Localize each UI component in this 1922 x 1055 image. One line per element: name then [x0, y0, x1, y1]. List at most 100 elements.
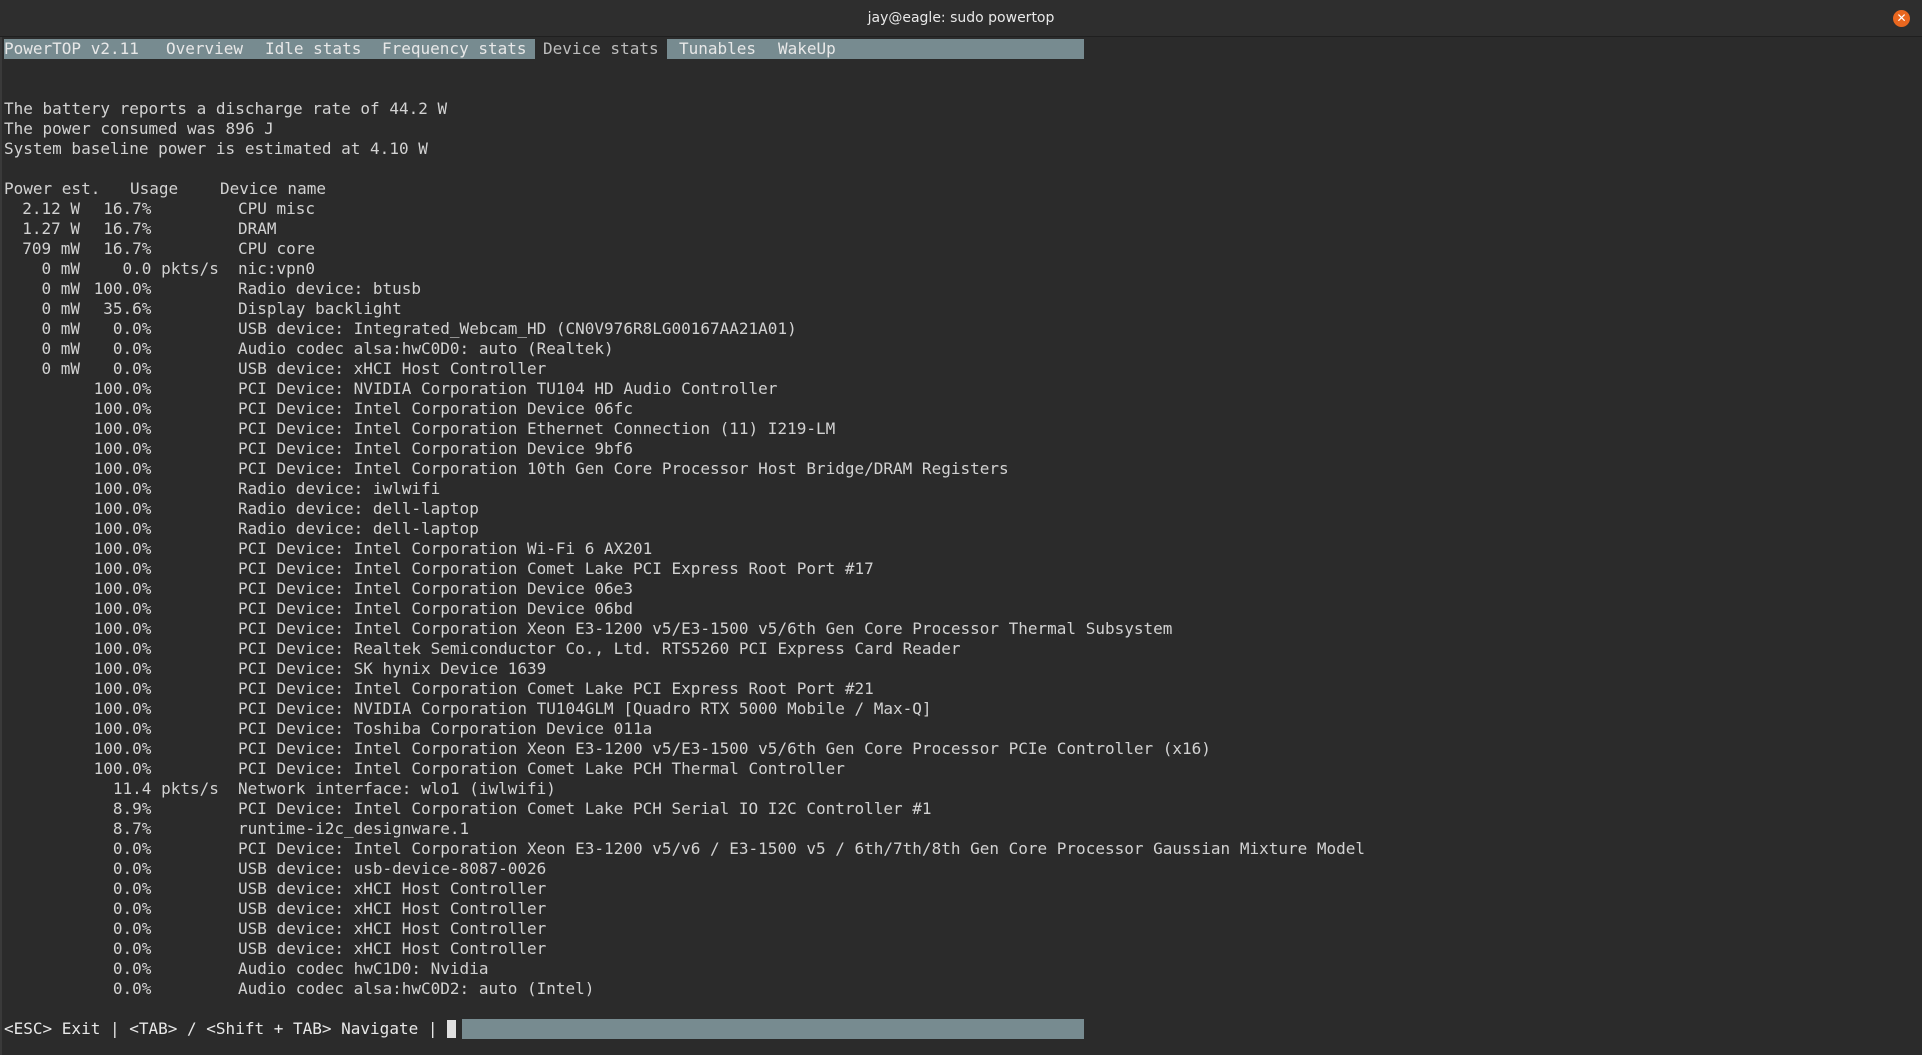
power-estimate [4, 619, 80, 639]
usage-value: 100.0% [84, 639, 152, 658]
status-bar: <ESC> Exit | <TAB> / <Shift + TAB> Navig… [4, 1019, 1084, 1039]
terminal-area[interactable]: PowerTOP v2.11 Overview Idle stats Frequ… [0, 37, 1922, 1055]
table-row: 0.0% USB device: usb-device-8087-0026 [4, 859, 1304, 879]
power-estimate [4, 839, 80, 859]
power-estimate [4, 959, 80, 979]
device-name: PCI Device: Intel Corporation Comet Lake… [238, 759, 845, 778]
usage-value: 0.0% [84, 879, 152, 898]
tab-device-stats[interactable]: Device stats [535, 39, 667, 59]
device-column-header: Device name [220, 179, 326, 198]
table-row: 0 mW 0.0% Audio codec alsa:hwC0D0: auto (… [4, 339, 1304, 359]
tab-bar: PowerTOP v2.11 Overview Idle stats Frequ… [4, 39, 1084, 59]
power-estimate [4, 979, 80, 999]
table-row: 100.0% PCI Device: Intel Corporation Xeon… [4, 739, 1304, 759]
table-row: 0.0% USB device: xHCI Host Controller [4, 939, 1304, 959]
usage-value: 100.0% [84, 399, 152, 418]
device-name: Audio codec alsa:hwC0D2: auto (Intel) [238, 979, 595, 998]
power-estimate [4, 499, 80, 519]
table-row: 100.0% PCI Device: Intel Corporation Devi… [4, 599, 1304, 619]
keybindings-hint: <ESC> Exit | <TAB> / <Shift + TAB> Navig… [4, 1019, 438, 1038]
device-name: USB device: xHCI Host Controller [238, 879, 547, 898]
usage-value: 100.0% [84, 419, 152, 438]
table-row: 100.0% PCI Device: Intel Corporation 10th… [4, 459, 1304, 479]
table-row: 100.0% Radio device: iwlwifi [4, 479, 1304, 499]
usage-value: 100.0% [84, 279, 152, 298]
tab-idle-stats[interactable]: Idle stats [265, 39, 361, 59]
device-name: PCI Device: Realtek Semiconductor Co., L… [238, 639, 961, 658]
power-estimate [4, 819, 80, 839]
power-estimate: 0 mW [41, 319, 80, 338]
device-name: USB device: xHCI Host Controller [238, 359, 547, 378]
device-name: Radio device: iwlwifi [238, 479, 441, 498]
tab-tunables[interactable]: Tunables [679, 39, 756, 59]
table-row: 100.0% PCI Device: Intel Corporation Come… [4, 679, 1304, 699]
power-estimate [4, 599, 80, 619]
table-row: 100.0% PCI Device: Intel Corporation Devi… [4, 439, 1304, 459]
device-name: nic:vpn0 [238, 259, 316, 278]
table-row: 100.0% PCI Device: Intel Corporation Devi… [4, 399, 1304, 419]
power-estimate [4, 379, 80, 399]
device-name: PCI Device: Intel Corporation Comet Lake… [238, 559, 874, 578]
device-name: PCI Device: Intel Corporation Device 06f… [238, 399, 633, 418]
usage-value: 100.0% [84, 499, 152, 518]
table-row: 2.12 W 16.7% CPU misc [4, 199, 1304, 219]
usage-value: 11.4 pkts/s [84, 779, 219, 798]
usage-value: 8.9% [84, 799, 152, 818]
tab-wakeup[interactable]: WakeUp [778, 39, 836, 59]
device-name: PCI Device: NVIDIA Corporation TU104GLM … [238, 699, 932, 718]
power-estimate [4, 859, 80, 879]
table-row: 0.0% USB device: xHCI Host Controller [4, 919, 1304, 939]
power-estimate [4, 539, 80, 559]
device-name: PCI Device: Intel Corporation Ethernet C… [238, 419, 836, 438]
usage-value: 100.0% [84, 439, 152, 458]
power-estimate: 0 mW [41, 359, 80, 378]
power-estimate: 0 mW [41, 279, 80, 298]
table-row: 0 mW 0.0% USB device: Integrated_Webcam_H… [4, 319, 1304, 339]
device-name: runtime-i2c_designware.1 [238, 819, 470, 838]
usage-value: 8.7% [84, 819, 152, 838]
power-estimate [4, 759, 80, 779]
power-estimate [4, 479, 80, 499]
usage-value: 100.0% [84, 759, 152, 778]
usage-value: 0.0% [84, 899, 152, 918]
table-row: 0 mW 35.6% Display backlight [4, 299, 1304, 319]
power-estimate [4, 799, 80, 819]
power-estimate [4, 899, 80, 919]
usage-value: 16.7% [84, 199, 152, 218]
power-estimate [4, 939, 80, 959]
device-name: Radio device: btusb [238, 279, 422, 298]
device-name: Display backlight [238, 299, 402, 318]
tab-powertop-version[interactable]: PowerTOP v2.11 [4, 39, 139, 59]
table-row: 0.0% PCI Device: Intel Corporation Xeon E… [4, 839, 1365, 859]
usage-value: 100.0% [84, 719, 152, 738]
tab-overview[interactable]: Overview [166, 39, 243, 59]
power-estimate [4, 699, 80, 719]
usage-value: 100.0% [84, 699, 152, 718]
device-name: PCI Device: Intel Corporation Wi-Fi 6 AX… [238, 539, 653, 558]
table-row: 100.0% PCI Device: Intel Corporation Devi… [4, 579, 1304, 599]
power-estimate [4, 559, 80, 579]
usage-value: 100.0% [84, 379, 152, 398]
table-row: 100.0% Radio device: dell-laptop [4, 499, 1304, 519]
table-row: 100.0% PCI Device: NVIDIA Corporation TU1… [4, 699, 1304, 719]
window-titlebar: jay@eagle: sudo powertop ✕ [0, 0, 1922, 37]
power-estimate [4, 519, 80, 539]
usage-value: 0.0% [84, 319, 152, 338]
usage-value: 35.6% [84, 299, 152, 318]
usage-value: 16.7% [84, 239, 152, 258]
table-row: 0 mW 100.0% Radio device: btusb [4, 279, 1304, 299]
usage-value: 100.0% [84, 479, 152, 498]
close-icon[interactable]: ✕ [1893, 10, 1910, 27]
usage-value: 0.0 pkts/s [84, 259, 219, 278]
device-name: USB device: xHCI Host Controller [238, 919, 547, 938]
usage-value: 100.0% [84, 739, 152, 758]
power-estimate [4, 879, 80, 899]
tab-frequency-stats[interactable]: Frequency stats [382, 39, 527, 59]
usage-value: 100.0% [84, 519, 152, 538]
table-row: 8.7% runtime-i2c_designware.1 [4, 819, 1304, 839]
power-estimate [4, 579, 80, 599]
power-estimate: 709 mW [22, 239, 80, 258]
device-name: PCI Device: Toshiba Corporation Device 0… [238, 719, 653, 738]
power-column-header: Power est. [4, 179, 101, 198]
device-name: PCI Device: Intel Corporation Device 9bf… [238, 439, 633, 458]
